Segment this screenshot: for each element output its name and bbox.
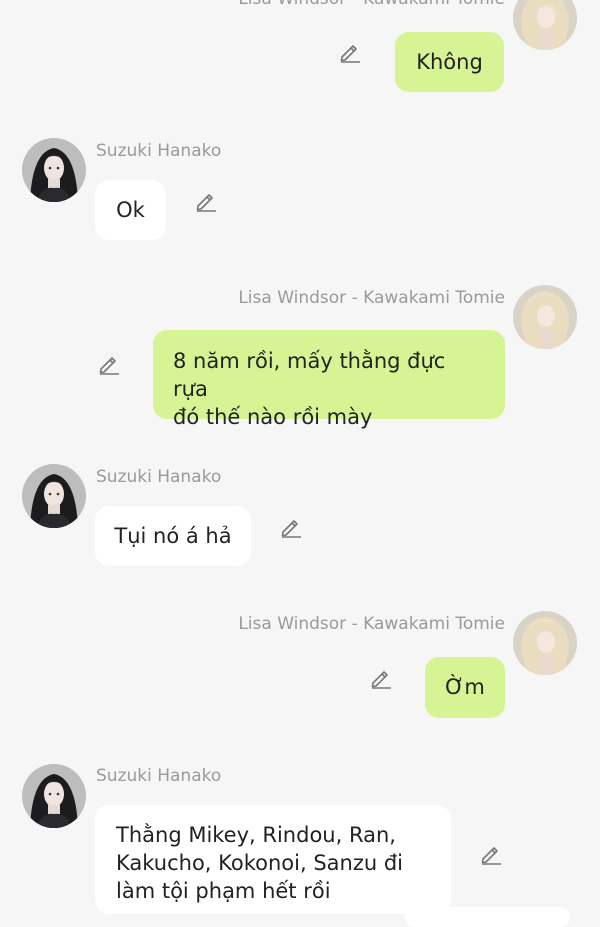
- edit-icon[interactable]: [479, 842, 503, 866]
- edit-icon[interactable]: [194, 189, 218, 213]
- sender-name: Lisa Windsor - Kawakami Tomie: [238, 0, 505, 9]
- message-bubble[interactable]: Không: [395, 32, 504, 92]
- message-bubble[interactable]: Ok: [95, 180, 166, 240]
- dark-hair-avatar-icon[interactable]: [22, 764, 86, 828]
- sender-name: Suzuki Hanako: [96, 467, 222, 487]
- message-bubble[interactable]: Thằng Mikey, Rindou, Ran, Kakucho, Kokon…: [95, 805, 451, 914]
- message-text-line: 8 năm rồi, mấy thằng đực rựa: [173, 349, 446, 401]
- edit-icon[interactable]: [369, 666, 393, 690]
- message-text: Ok: [116, 198, 145, 222]
- edit-icon[interactable]: [97, 352, 121, 376]
- message-text: Tụi nó á hả: [114, 524, 232, 548]
- message-text: Ờm: [445, 675, 485, 699]
- edit-icon[interactable]: [338, 40, 362, 64]
- message-text-line: làm tội phạm hết rồi: [116, 879, 331, 903]
- dark-hair-avatar-icon[interactable]: [22, 464, 86, 528]
- sender-name: Suzuki Hanako: [96, 141, 222, 161]
- next-message-bubble[interactable]: [405, 907, 570, 927]
- blonde-avatar-icon[interactable]: [513, 285, 577, 349]
- sender-name: Suzuki Hanako: [96, 766, 222, 786]
- sender-name: Lisa Windsor - Kawakami Tomie: [238, 288, 505, 308]
- dark-hair-avatar-icon[interactable]: [22, 138, 86, 202]
- message-bubble[interactable]: 8 năm rồi, mấy thằng đực rựa đó thế nào …: [153, 330, 505, 429]
- sender-name: Lisa Windsor - Kawakami Tomie: [238, 614, 505, 634]
- message-text: Không: [416, 50, 483, 74]
- message-bubble[interactable]: Ờm: [425, 657, 505, 718]
- message-bubble[interactable]: Tụi nó á hả: [95, 506, 251, 566]
- blonde-avatar-icon[interactable]: [513, 611, 577, 675]
- edit-icon[interactable]: [279, 515, 303, 539]
- blonde-avatar-icon[interactable]: [513, 0, 577, 50]
- message-text-line: Thằng Mikey, Rindou, Ran,: [116, 823, 396, 847]
- message-text-line: đó thế nào rồi mày: [173, 405, 373, 429]
- message-text-line: Kakucho, Kokonoi, Sanzu đi: [116, 851, 404, 875]
